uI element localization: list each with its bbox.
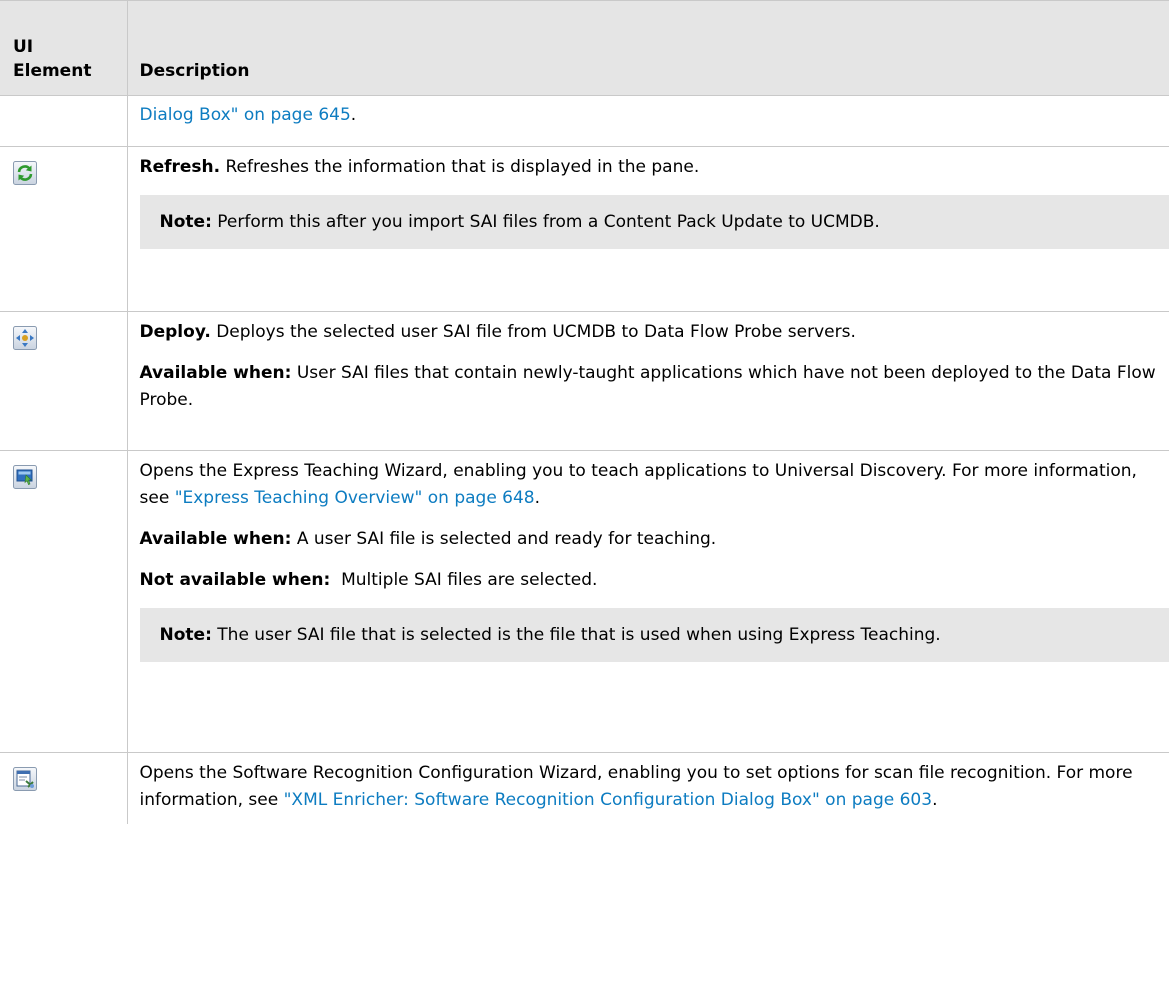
table-row-software-recognition: Opens the Software Recognition Configura… (0, 752, 1169, 824)
not-available-when-text: Multiple SAI files are selected. (330, 570, 598, 590)
table-row-deploy: Deploy. Deploys the selected user SAI fi… (0, 311, 1169, 451)
icon-cell (0, 450, 128, 753)
express-teaching-icon[interactable] (13, 465, 37, 489)
available-when-text: User SAI files that contain newly-taught… (139, 363, 1156, 410)
note-label: Note: (159, 212, 212, 232)
table-row-refresh: Refresh. Refreshes the information that … (0, 146, 1169, 312)
available-when-label: Available when: (139, 363, 292, 383)
deploy-icon[interactable] (13, 326, 37, 350)
note-text: The user SAI file that is selected is th… (211, 625, 941, 645)
description-cell: Dialog Box" on page 645. (126, 95, 1169, 147)
refresh-text: Refreshes the information that is displa… (220, 157, 700, 177)
deploy-text: Deploys the selected user SAI file from … (210, 322, 856, 342)
description-cell: Refresh. Refreshes the information that … (126, 146, 1169, 312)
sentence-tail: . (350, 105, 357, 125)
icon-cell (0, 752, 128, 824)
description-cell: Opens the Software Recognition Configura… (126, 752, 1169, 824)
available-when-text: A user SAI file is selected and ready fo… (291, 529, 717, 549)
header-description: Description (126, 0, 1169, 96)
express-teaching-overview-link[interactable]: "Express Teaching Overview" on page 648 (175, 488, 535, 508)
refresh-note: Note: Perform this after you import SAI … (139, 195, 1169, 249)
table-row: Dialog Box" on page 645. (0, 95, 1169, 147)
software-recognition-config-icon[interactable] (13, 767, 37, 791)
description-cell: Opens the Express Teaching Wizard, enabl… (126, 450, 1169, 753)
available-when-label: Available when: (139, 529, 292, 549)
note-text: Perform this after you import SAI files … (211, 212, 880, 232)
icon-cell-empty (0, 95, 128, 147)
express-teaching-note: Note: The user SAI file that is selected… (139, 608, 1169, 662)
xml-enricher-link[interactable]: "XML Enricher: Software Recognition Conf… (284, 790, 932, 810)
icon-cell (0, 311, 128, 451)
sentence-tail: . (534, 488, 541, 508)
icon-cell (0, 146, 128, 312)
deploy-label: Deploy. (139, 322, 211, 342)
table-header-row: UI Element Description (0, 0, 1169, 96)
description-cell: Deploy. Deploys the selected user SAI fi… (126, 311, 1169, 451)
ui-elements-table: UI Element Description Dialog Box" on pa… (0, 0, 1169, 824)
dialog-box-link[interactable]: Dialog Box" on page 645 (140, 105, 351, 125)
header-ui-element: UI Element (0, 0, 128, 96)
sentence-tail: . (932, 790, 938, 810)
note-label: Note: (159, 625, 212, 645)
table-row-express-teaching: Opens the Express Teaching Wizard, enabl… (0, 450, 1169, 753)
not-available-when-label: Not available when: (139, 570, 331, 590)
refresh-icon[interactable] (13, 161, 37, 185)
refresh-label: Refresh. (139, 157, 221, 177)
